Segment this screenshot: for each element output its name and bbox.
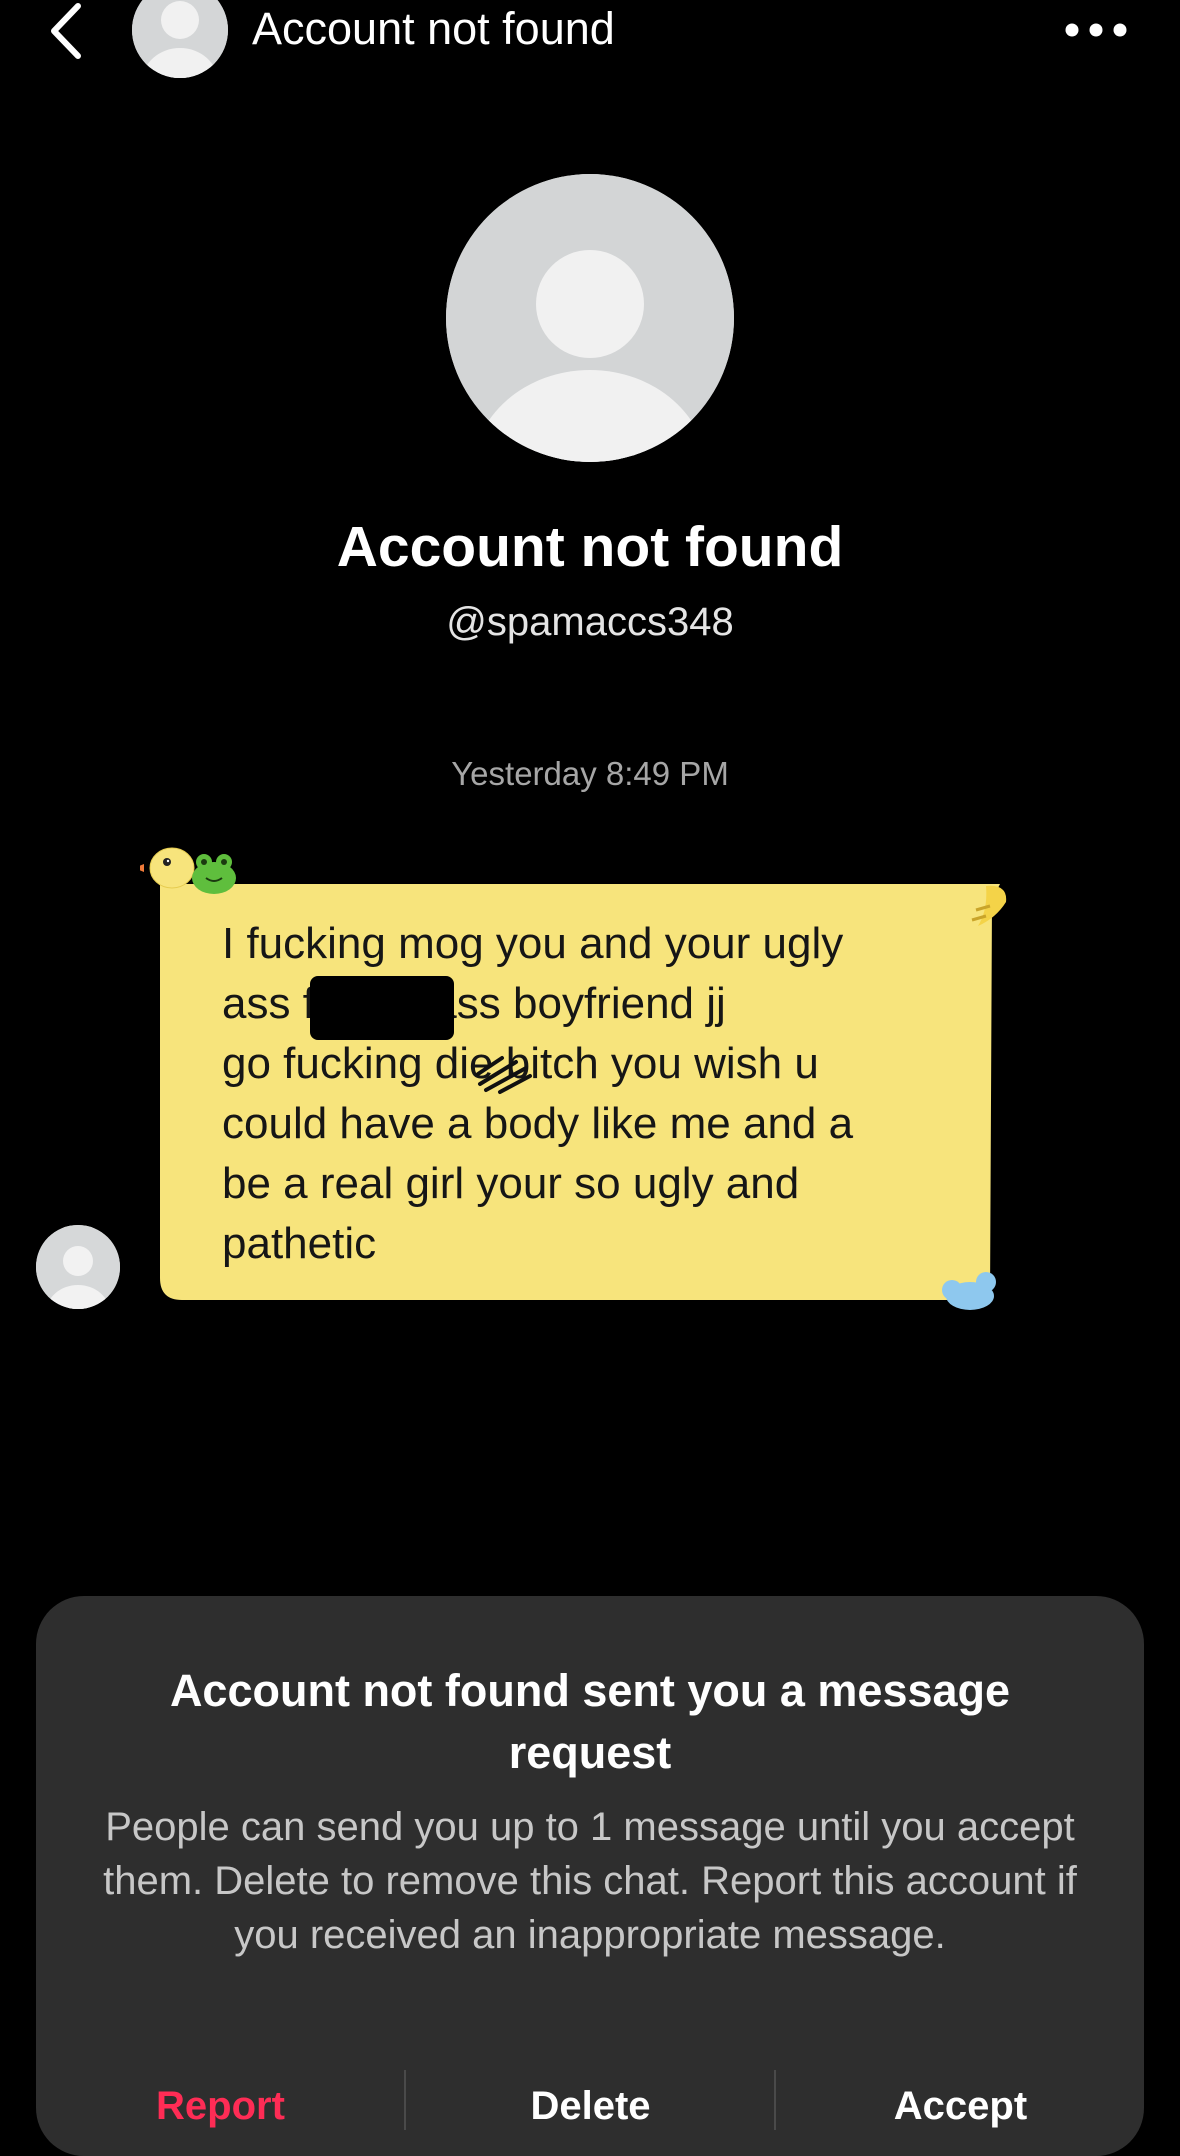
redaction-box bbox=[310, 976, 454, 1040]
request-description: People can send you up to 1 message unti… bbox=[103, 1805, 1077, 1957]
message-timestamp: Yesterday 8:49 PM bbox=[451, 755, 729, 792]
default-avatar-icon bbox=[132, 0, 228, 78]
back-button[interactable] bbox=[40, 0, 96, 62]
delete-button[interactable]: Delete bbox=[406, 2080, 775, 2132]
profile-username: @spamaccs348 bbox=[446, 600, 734, 644]
request-title: Account not found sent you a message req… bbox=[169, 1665, 1011, 1778]
chevron-left-icon bbox=[51, 3, 81, 59]
default-avatar-icon bbox=[446, 174, 734, 462]
accept-button[interactable]: Accept bbox=[776, 2080, 1145, 2132]
top-bar: Account not found bbox=[0, 0, 1180, 80]
profile-avatar[interactable] bbox=[446, 174, 734, 462]
default-avatar-icon bbox=[36, 1225, 120, 1309]
sender-avatar[interactable] bbox=[36, 1225, 120, 1309]
more-horizontal-icon bbox=[1065, 23, 1127, 37]
header-avatar[interactable] bbox=[132, 0, 228, 78]
duck-sticker-icon bbox=[140, 847, 195, 889]
request-actions: Report Delete Accept bbox=[36, 2070, 1144, 2150]
message-text: I fucking mog you and your ugly ass f bi… bbox=[222, 919, 854, 1268]
header-title[interactable]: Account not found bbox=[252, 0, 615, 58]
more-options-button[interactable] bbox=[1060, 10, 1132, 50]
scribble-icon bbox=[476, 1056, 532, 1094]
report-button[interactable]: Report bbox=[36, 2080, 405, 2132]
profile-name: Account not found bbox=[336, 515, 844, 579]
frog-sticker-icon bbox=[192, 854, 236, 894]
